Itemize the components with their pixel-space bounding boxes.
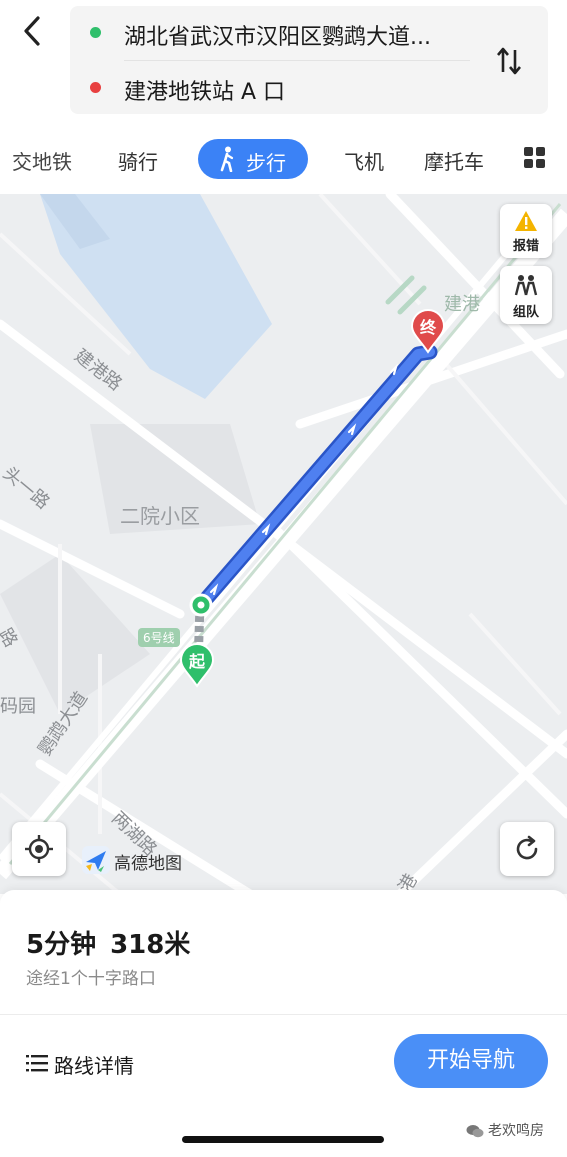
refresh-route-button[interactable] <box>500 822 554 876</box>
end-pin-label: 终 <box>419 318 436 337</box>
locate-crosshair-icon <box>25 835 53 863</box>
start-navigation-button[interactable]: 开始导航 <box>394 1034 548 1088</box>
community-label: 二院小区 <box>120 504 200 528</box>
start-pin-label: 起 <box>188 652 205 671</box>
tab-transit[interactable]: 交地铁 <box>12 146 72 175</box>
travel-mode-tabs: 交地铁 骑行 步行 飞机 摩托车 <box>0 122 567 194</box>
watermark-text: 老欢鸣房 <box>488 1123 544 1139</box>
report-error-button[interactable]: 报错 <box>500 204 552 258</box>
walking-person-icon <box>220 146 234 172</box>
route-header: 湖北省武汉市汉阳区鹦鹉大道... 建港地铁站 A 口 <box>0 0 567 122</box>
watermark: 老欢鸣房 <box>466 1120 544 1140</box>
route-input-box: 湖北省武汉市汉阳区鹦鹉大道... 建港地铁站 A 口 <box>70 6 548 114</box>
tab-walking[interactable]: 步行 <box>198 139 308 179</box>
tab-flight[interactable]: 飞机 <box>344 146 384 175</box>
tab-walking-label: 步行 <box>246 151 286 175</box>
route-via-text: 途经1个十字路口 <box>26 969 156 989</box>
map-view[interactable]: 建港路 头一路 二院小区 鹦鹉大道 两湖路 建港 路 码园 港 6号线 起 终 … <box>0 194 567 894</box>
back-arrow-icon[interactable] <box>18 14 48 48</box>
amap-logo-text: 高德地图 <box>114 854 182 874</box>
sheet-divider <box>0 1014 567 1015</box>
map-canvas <box>0 194 567 894</box>
more-modes-grid-icon[interactable] <box>524 147 546 169</box>
route-details-label: 路线详情 <box>54 1054 134 1078</box>
route-divider <box>124 60 470 61</box>
team-label: 组队 <box>512 305 539 320</box>
route-distance: 318米 <box>110 930 191 960</box>
start-dot-icon <box>90 27 101 38</box>
report-error-label: 报错 <box>512 239 539 254</box>
warning-icon <box>515 211 537 231</box>
amap-logo-icon <box>82 846 110 874</box>
list-icon <box>26 1055 48 1072</box>
amap-logo: 高德地图 <box>82 846 182 874</box>
locate-me-button[interactable] <box>12 822 66 876</box>
tab-motorcycle[interactable]: 摩托车 <box>424 146 484 175</box>
metro-line-badge: 6号线 <box>138 628 180 647</box>
end-pin: 终 <box>410 308 446 354</box>
tab-cycling[interactable]: 骑行 <box>118 146 158 175</box>
end-location-field[interactable]: 建港地铁站 A 口 <box>124 74 484 106</box>
team-button[interactable]: 组队 <box>500 266 552 324</box>
route-duration: 5分钟 <box>26 930 97 960</box>
end-dot-icon <box>90 82 101 93</box>
start-pin: 起 <box>179 642 215 688</box>
refresh-icon <box>516 835 538 860</box>
start-location-field[interactable]: 湖北省武汉市汉阳区鹦鹉大道... <box>124 19 484 51</box>
route-summary-sheet: 5分钟 318米 途经1个十字路口 路线详情 开始导航 老欢鸣房 <box>0 890 567 1157</box>
station-label: 建港 <box>444 294 480 315</box>
wechat-icon <box>466 1125 484 1138</box>
swap-direction-icon[interactable] <box>494 46 524 76</box>
home-indicator <box>182 1136 384 1143</box>
area-label-partial: 码园 <box>0 696 36 717</box>
route-summary: 5分钟 318米 <box>26 924 204 961</box>
team-people-icon <box>514 275 538 296</box>
